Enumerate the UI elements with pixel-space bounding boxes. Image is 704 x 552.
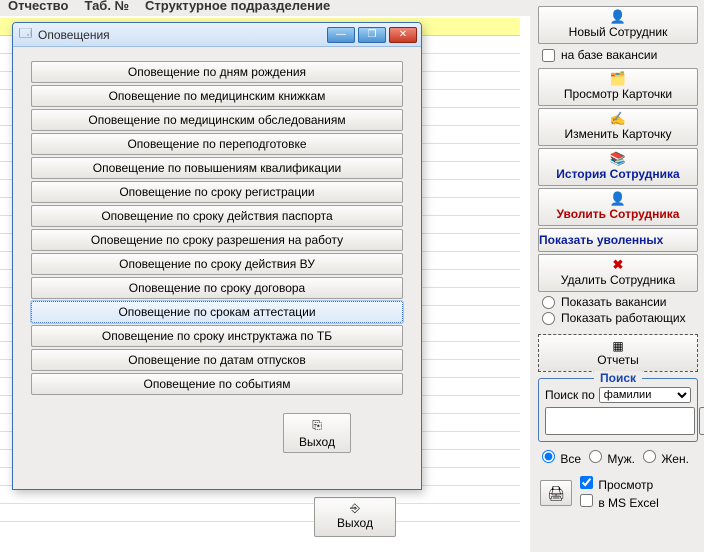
card-view-icon: 🗂️ [610, 72, 626, 85]
dialog-icon: 🗔 [19, 24, 32, 45]
show-vacancies-radio[interactable] [542, 296, 555, 309]
dialog-titlebar[interactable]: 🗔 Оповещения — ❐ ✕ [13, 23, 421, 47]
search-group: Поиск Поиск по фамилии Все записи [538, 378, 698, 442]
show-fired-label: Показать уволенных [539, 233, 663, 247]
new-employee-label: Новый Сотрудник [569, 25, 668, 39]
notification-item-label: Оповещение по дням рождения [128, 65, 306, 79]
dialog-title-text: Оповещения [38, 28, 110, 42]
close-button[interactable]: ✕ [389, 27, 417, 43]
print-button[interactable]: 🖨 [540, 480, 572, 506]
delete-employee-button[interactable]: ✖ Удалить Сотрудника [538, 254, 698, 292]
show-fired-button[interactable]: Показать уволенных [538, 228, 698, 252]
search-group-label: Поиск [594, 371, 642, 385]
fire-label: Уволить Сотрудника [557, 207, 680, 221]
search-field-select[interactable]: фамилии [599, 387, 691, 403]
all-records-button[interactable]: Все записи [699, 407, 704, 435]
notifications-dialog: 🗔 Оповещения — ❐ ✕ Оповещение по дням ро… [12, 22, 422, 490]
new-employee-button[interactable]: 👤 Новый Сотрудник [538, 6, 698, 44]
notification-item-label: Оповещение по сроку действия паспорта [101, 209, 332, 223]
show-working-label: Показать работающих [561, 311, 686, 325]
dialog-exit-button[interactable]: ⎘ Выход [283, 413, 351, 453]
filter-all-label: Все [560, 452, 581, 466]
show-vacancies-label: Показать вакансии [561, 295, 666, 309]
preview-label: Просмотр [598, 478, 653, 492]
table-icon: ▦ [612, 339, 623, 353]
view-card-button[interactable]: 🗂️ Просмотр Карточки [538, 68, 698, 106]
history-button[interactable]: 📚 История Сотрудника [538, 148, 698, 186]
notification-item[interactable]: Оповещение по медицинским книжкам [31, 85, 403, 107]
notification-item-label: Оповещение по датам отпусков [128, 353, 305, 367]
notification-item-label: Оповещение по срокам аттестации [118, 305, 315, 319]
notification-item[interactable]: Оповещение по сроку инструктажа по ТБ [31, 325, 403, 347]
show-working-radio[interactable] [542, 312, 555, 325]
books-icon: 📚 [610, 152, 626, 165]
notification-item-label: Оповещение по сроку действия ВУ [119, 257, 315, 271]
history-label: История Сотрудника [556, 167, 679, 181]
notification-item[interactable]: Оповещение по медицинским обследованиям [31, 109, 403, 131]
excel-checkbox[interactable] [580, 494, 593, 507]
search-by-label: Поиск по [545, 388, 595, 402]
notification-item[interactable]: Оповещение по переподготовке [31, 133, 403, 155]
notification-item[interactable]: Оповещение по событиям [31, 373, 403, 395]
person-add-icon: 👤 [610, 10, 626, 23]
card-edit-icon: ✍️ [610, 112, 626, 125]
notification-item[interactable]: Оповещение по сроку разрешения на работу [31, 229, 403, 251]
filter-male-label: Муж. [607, 452, 635, 466]
based-on-vacancy-checkbox[interactable] [542, 49, 555, 62]
minimize-button[interactable]: — [327, 27, 355, 43]
notification-item[interactable]: Оповещение по сроку договора [31, 277, 403, 299]
grid-col-otchestvo: Отчество [0, 0, 76, 16]
dialog-exit-label: Выход [299, 435, 335, 449]
notification-item-label: Оповещение по повышениям квалификации [93, 161, 341, 175]
notification-item[interactable]: Оповещение по сроку действия паспорта [31, 205, 403, 227]
notification-item[interactable]: Оповещение по сроку действия ВУ [31, 253, 403, 275]
reports-label: Отчеты [597, 353, 638, 367]
notification-item[interactable]: Оповещение по срокам аттестации [31, 301, 403, 323]
notification-item[interactable]: Оповещение по дням рождения [31, 61, 403, 83]
fire-icon: 👤 [610, 192, 626, 205]
notification-item-label: Оповещение по сроку регистрации [119, 185, 314, 199]
printer-icon: 🖨 [547, 485, 565, 502]
edit-card-label: Изменить Карточку [565, 127, 672, 141]
filter-female-label: Жен. [661, 452, 689, 466]
dialog-body: Оповещение по дням рождения Оповещение по… [13, 47, 421, 463]
based-on-vacancy-label: на базе вакансии [561, 48, 657, 62]
fire-employee-button[interactable]: 👤 Уволить Сотрудника [538, 188, 698, 226]
notification-item-label: Оповещение по переподготовке [127, 137, 306, 151]
filter-all-radio[interactable] [542, 450, 555, 463]
notification-item-label: Оповещение по медицинским книжкам [109, 89, 326, 103]
filter-male-radio[interactable] [589, 450, 602, 463]
preview-checkbox[interactable] [580, 476, 593, 489]
main-exit-button[interactable]: ⎆ Выход [314, 497, 396, 537]
notification-item-label: Оповещение по сроку инструктажа по ТБ [102, 329, 332, 343]
maximize-button[interactable]: ❐ [358, 27, 386, 43]
search-input[interactable] [545, 407, 695, 435]
reports-button[interactable]: ▦ Отчеты [538, 334, 698, 372]
door-exit-icon: ⎘ [312, 418, 322, 433]
notification-item-label: Оповещение по сроку разрешения на работу [91, 233, 343, 247]
excel-label: в MS Excel [598, 496, 658, 510]
exit-icon: ⎆ [315, 501, 395, 516]
notification-item-label: Оповещение по медицинским обследованиям [88, 113, 345, 127]
filter-female-radio[interactable] [643, 450, 656, 463]
notification-item[interactable]: Оповещение по датам отпусков [31, 349, 403, 371]
notification-item-label: Оповещение по событиям [144, 377, 291, 391]
delete-label: Удалить Сотрудника [561, 273, 675, 287]
export-row: 🖨 Просмотр в MS Excel [536, 474, 700, 512]
edit-card-button[interactable]: ✍️ Изменить Карточку [538, 108, 698, 146]
notification-item[interactable]: Оповещение по сроку регистрации [31, 181, 403, 203]
main-exit-label: Выход [315, 516, 395, 530]
grid-col-tabno: Таб. № [76, 0, 137, 16]
delete-x-icon: ✖ [613, 258, 624, 271]
grid-col-division: Структурное подразделение [137, 0, 338, 16]
sidebar: 👤 Новый Сотрудник на базе вакансии 🗂️ Пр… [530, 0, 704, 552]
view-card-label: Просмотр Карточки [564, 87, 672, 101]
notification-item[interactable]: Оповещение по повышениям квалификации [31, 157, 403, 179]
notification-item-label: Оповещение по сроку договора [129, 281, 305, 295]
